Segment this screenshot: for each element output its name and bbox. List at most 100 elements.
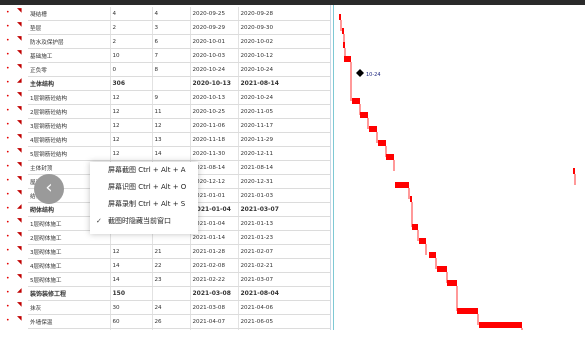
row-flag-icon: ◥ <box>17 301 22 308</box>
row-indicator: •◥ <box>0 175 28 189</box>
task-bar[interactable] <box>437 266 447 272</box>
required-marker-icon: • <box>6 233 10 240</box>
menu-item-screen-recording[interactable]: 屏幕录制 Ctrl + Alt + S <box>90 196 198 213</box>
menu-item-screen-recognition[interactable]: 屏幕识图 Ctrl + Alt + O <box>90 179 198 196</box>
row-indicator: •◥ <box>0 91 28 105</box>
task-bar[interactable] <box>342 28 344 34</box>
cell-name: 正负零 <box>28 62 111 77</box>
table-row[interactable]: 1层钢筋砼结构 12 9 2020-10-13 2020-10-24 <box>28 90 331 105</box>
table-row[interactable]: 凝结槽 4 4 2020-09-25 2020-09-28 <box>28 7 331 21</box>
table-row[interactable]: 装饰装修工程 150 2021-03-08 2021-08-04 <box>28 286 331 301</box>
cell-b: 7 <box>152 48 191 63</box>
cell-end: 2020-10-24 <box>238 62 331 77</box>
table-row[interactable]: 4层砌体施工 14 22 2021-02-08 2021-02-21 <box>28 258 331 273</box>
gantt-left-border <box>333 5 334 346</box>
table-row[interactable]: 5层钢筋砼结构 12 14 2020-11-30 2020-12-11 <box>28 146 331 161</box>
cell-a: 0 <box>110 62 153 77</box>
row-flag-icon: ◥ <box>17 91 22 98</box>
table-row[interactable]: 正负零 0 8 2020-10-24 2020-10-24 <box>28 62 331 77</box>
task-bar[interactable] <box>369 126 377 132</box>
required-marker-icon: • <box>6 275 10 282</box>
task-bar[interactable] <box>360 112 368 118</box>
task-bar[interactable] <box>339 14 341 20</box>
cell-a: 12 <box>110 104 153 119</box>
task-bar[interactable] <box>419 238 426 244</box>
cell-b: 4 <box>152 7 191 21</box>
cell-end: 2020-12-11 <box>238 146 331 161</box>
task-bar[interactable] <box>412 224 418 230</box>
menu-item-hide-window[interactable]: ✓ 截图时隐藏当前窗口 <box>90 213 198 230</box>
cell-a: 12 <box>110 132 153 147</box>
table-row[interactable]: 5层砌体施工 14 23 2021-02-22 2021-03-07 <box>28 272 331 287</box>
required-marker-icon: • <box>6 177 10 184</box>
row-indicator: • ◢ <box>0 203 28 217</box>
required-marker-icon: • <box>6 93 10 100</box>
table-row[interactable]: 主体结构 306 2020-10-13 2021-08-14 <box>28 76 331 91</box>
task-bar[interactable] <box>410 196 412 202</box>
task-bar[interactable] <box>457 308 478 314</box>
table-row[interactable]: 外墙保温 60 26 2021-04-07 2021-06-05 <box>28 314 331 329</box>
task-bar[interactable] <box>395 182 409 188</box>
row-indicator: •◥ <box>0 105 28 119</box>
cell-start: 2021-02-22 <box>190 272 239 287</box>
task-bar[interactable] <box>429 252 436 258</box>
row-indicator: •◥ <box>0 7 28 21</box>
row-flag-icon: ◢ <box>17 77 22 84</box>
cell-end: 2021-06-05 <box>238 314 331 329</box>
cell-start: 2020-10-13 <box>190 90 239 105</box>
cell-name: 4层砌体施工 <box>28 258 111 273</box>
cell-end: 2020-10-24 <box>238 90 331 105</box>
cell-start: 2021-04-07 <box>190 314 239 329</box>
cell-a: 2 <box>110 34 153 49</box>
cell-a: 2 <box>110 20 153 35</box>
task-bar[interactable] <box>447 280 457 286</box>
cell-a: 14 <box>110 258 153 273</box>
cell-a: 4 <box>110 7 153 21</box>
back-button[interactable]: ‹ <box>34 174 64 204</box>
table-row[interactable]: 抹灰 30 24 2021-03-08 2021-04-06 <box>28 300 331 315</box>
cell-a: 12 <box>110 244 153 259</box>
menu-item-screenshot[interactable]: 屏幕截图 Ctrl + Alt + A <box>90 162 198 179</box>
cell-end: 2021-03-07 <box>238 272 331 287</box>
cell-start: 2020-11-18 <box>190 132 239 147</box>
table-row[interactable]: 2层钢筋砼结构 12 11 2020-10-25 2020-11-05 <box>28 104 331 119</box>
task-bar[interactable] <box>378 140 386 146</box>
task-bar[interactable] <box>352 98 360 104</box>
pane-divider[interactable] <box>330 5 331 346</box>
cell-name: 抹灰 <box>28 300 111 315</box>
required-marker-icon: • <box>6 149 10 156</box>
table-row[interactable]: 防水及保护层 2 6 2020-10-01 2020-10-02 <box>28 34 331 49</box>
row-indicator-column: • ◥ • ◥ • ◥ • ◥ • ◥ • ◢ • ◥ • ◥ • ◥ • ◥ • ◥ • ◥ • ◥ • ◥ • ◢ • ◥ • ◥ • ◥ • ◥ • ◥… <box>0 7 28 343</box>
row-indicator: •◥ <box>0 63 28 77</box>
cell-b <box>152 76 191 91</box>
cell-b <box>152 286 191 301</box>
cell-a: 306 <box>110 76 153 91</box>
required-marker-icon: • <box>6 9 10 16</box>
row-indicator: • ◢ <box>0 287 28 301</box>
row-indicator: •◥ <box>0 119 28 133</box>
cell-end: 2021-03-07 <box>238 202 331 217</box>
table-row[interactable]: 3层钢筋砼结构 12 12 2020-11-06 2020-11-17 <box>28 118 331 133</box>
cell-end: 2020-10-12 <box>238 48 331 63</box>
table-row[interactable]: 4层钢筋砼结构 12 13 2020-11-18 2020-11-29 <box>28 132 331 147</box>
cell-b: 21 <box>152 244 191 259</box>
task-bar[interactable] <box>573 168 575 174</box>
row-flag-icon: ◥ <box>17 273 22 280</box>
cell-name: 主体结构 <box>28 76 111 91</box>
row-indicator: •◥ <box>0 35 28 49</box>
cell-end: 2020-11-05 <box>238 104 331 119</box>
table-row[interactable]: 垫层 2 3 2020-09-29 2020-09-30 <box>28 20 331 35</box>
cell-b: 23 <box>152 272 191 287</box>
task-bar[interactable] <box>386 154 394 160</box>
table-row[interactable]: 基础施工 10 7 2020-10-03 2020-10-12 <box>28 48 331 63</box>
cell-end: 2020-10-02 <box>238 34 331 49</box>
table-row[interactable]: 3层砌体施工 12 21 2021-01-28 2021-02-07 <box>28 244 331 259</box>
row-indicator: •◥ <box>0 49 28 63</box>
cell-name: 4层钢筋砼结构 <box>28 132 111 147</box>
cell-b: 24 <box>152 300 191 315</box>
cell-end: 2020-09-30 <box>238 20 331 35</box>
milestone-label: 10-24 <box>366 72 381 78</box>
cell-end: 2021-01-23 <box>238 230 331 245</box>
task-bar[interactable] <box>479 322 522 328</box>
row-flag-icon: ◥ <box>17 35 22 42</box>
